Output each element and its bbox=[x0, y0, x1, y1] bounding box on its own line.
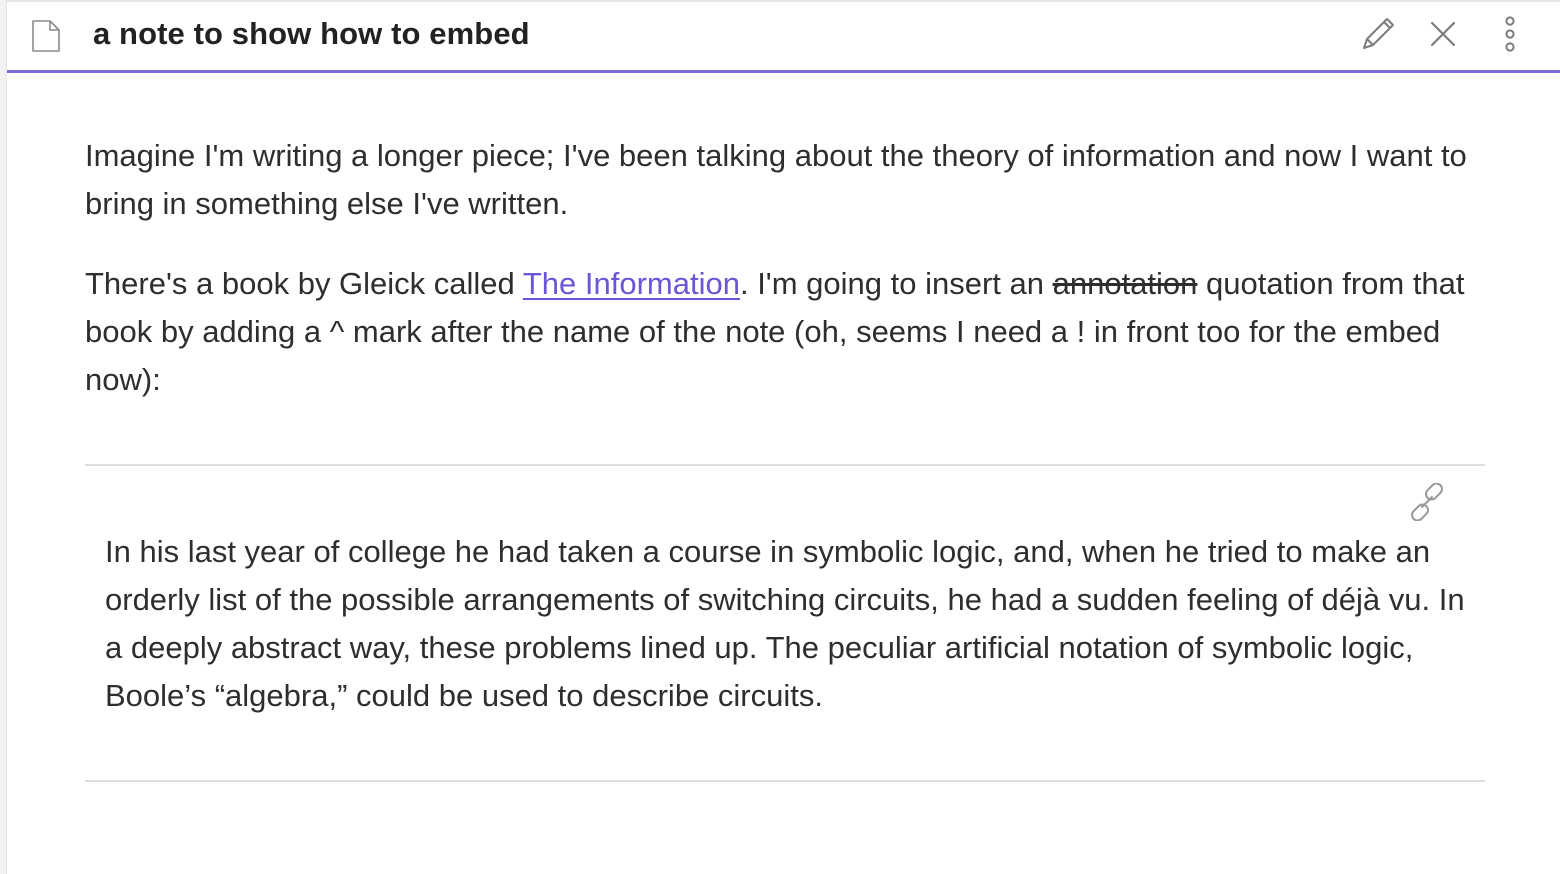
note-window: a note to show how to embed Imagine I'm … bbox=[0, 0, 1560, 874]
embedded-quote: In his last year of college he had taken… bbox=[105, 534, 1465, 713]
more-options-button[interactable] bbox=[1488, 14, 1532, 58]
paragraph-text: . I'm going to insert an bbox=[739, 266, 1053, 301]
strikethrough-text: annotation bbox=[1052, 266, 1198, 301]
file-icon bbox=[31, 19, 61, 53]
paragraph-text: There's a book by Gleick called bbox=[85, 266, 523, 301]
note-content[interactable]: Imagine I'm writing a longer piece; I've… bbox=[85, 132, 1485, 436]
embedded-block[interactable]: In his last year of college he had taken… bbox=[85, 464, 1485, 782]
note-header: a note to show how to embed bbox=[7, 2, 1560, 73]
close-icon bbox=[1426, 17, 1460, 56]
open-embed-link-button[interactable] bbox=[1407, 482, 1447, 526]
note-title[interactable]: a note to show how to embed bbox=[93, 16, 530, 52]
more-vertical-icon bbox=[1500, 14, 1520, 59]
pencil-icon bbox=[1358, 14, 1398, 59]
link-icon bbox=[1408, 482, 1446, 526]
paragraph-gleick: There's a book by Gleick called The Info… bbox=[85, 260, 1485, 404]
paragraph-intro: Imagine I'm writing a longer piece; I've… bbox=[85, 138, 1467, 221]
internal-link-the-information[interactable]: The Information bbox=[523, 266, 740, 301]
left-pane-gutter[interactable] bbox=[0, 0, 7, 874]
edit-button[interactable] bbox=[1356, 14, 1400, 58]
close-button[interactable] bbox=[1421, 14, 1465, 58]
